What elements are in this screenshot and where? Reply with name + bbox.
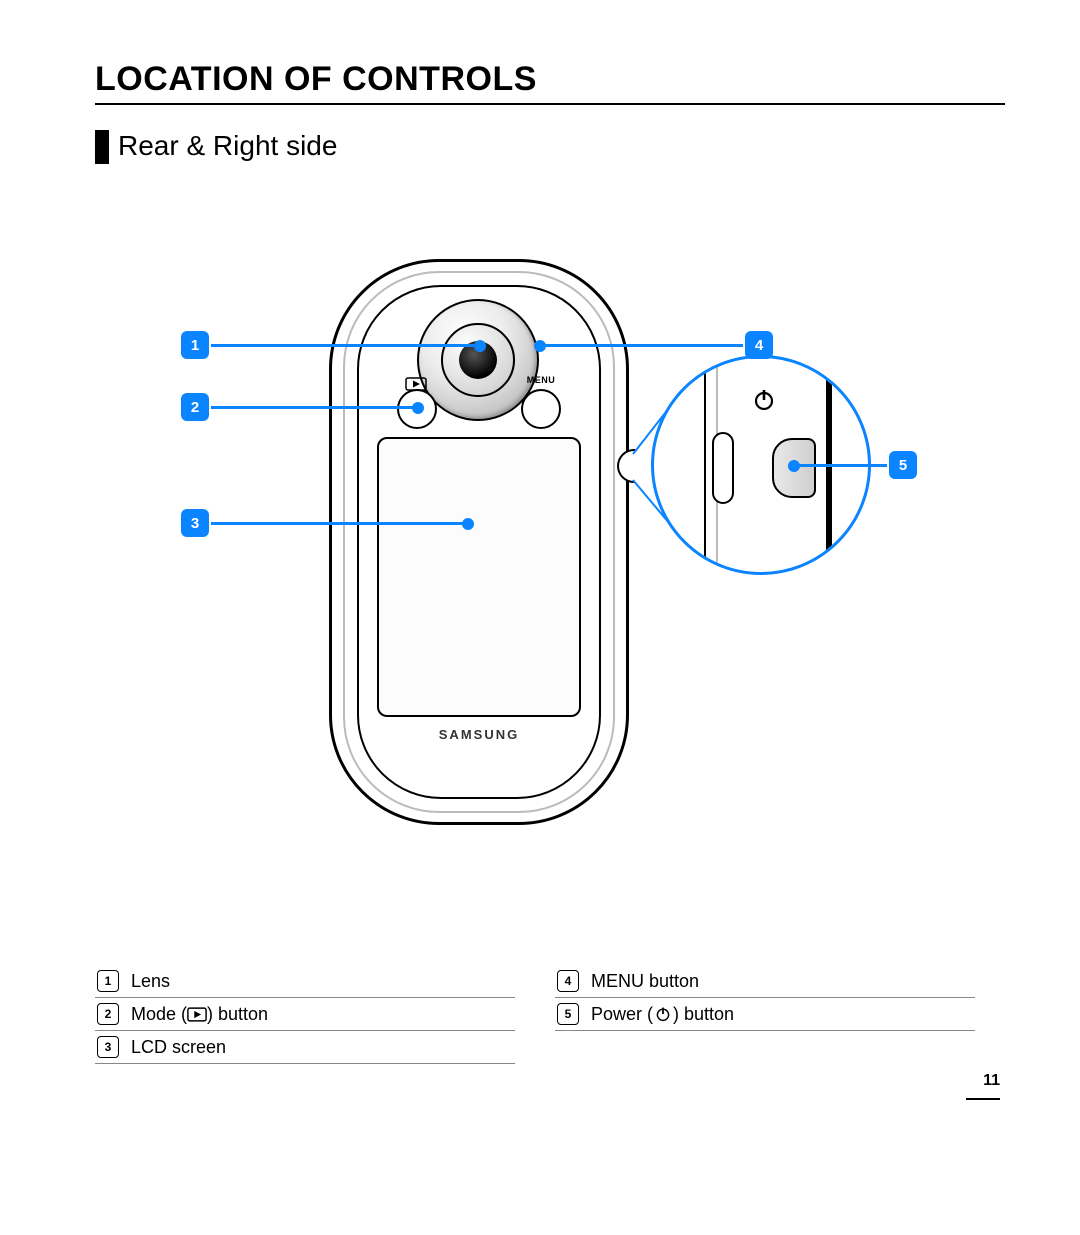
brand-logo: SAMSUNG: [377, 727, 581, 742]
callout-dot: [474, 340, 486, 352]
play-rect-icon: [187, 1006, 207, 1022]
callout-badge-4: 4: [745, 331, 773, 359]
callout-dot: [462, 518, 474, 530]
callout-leader: [211, 522, 467, 525]
legend-column-left: 1 Lens 2 Mode () button 3 LCD screen: [95, 965, 515, 1064]
power-icon: [752, 388, 776, 419]
legend-text: Power () button: [591, 1004, 734, 1025]
callout-dot: [788, 460, 800, 472]
detail-frame: [704, 355, 706, 575]
controls-diagram: MENU SAMSUNG 1 2: [95, 235, 905, 875]
legend-text: LCD screen: [131, 1037, 226, 1058]
callout-badge-5: 5: [889, 451, 917, 479]
legend-row: 3 LCD screen: [95, 1031, 515, 1064]
menu-button: [521, 389, 561, 429]
callout-badge-1: 1: [181, 331, 209, 359]
page-title: LOCATION OF CONTROLS: [95, 60, 537, 99]
page-number: 11: [983, 1072, 1000, 1090]
menu-label: MENU: [521, 375, 561, 385]
legend-number: 1: [97, 970, 119, 992]
legend-column-right: 4 MENU button 5 Power () button: [555, 965, 975, 1031]
legend-number: 4: [557, 970, 579, 992]
legend-row: 2 Mode () button: [95, 998, 515, 1031]
power-icon: [653, 1006, 673, 1022]
subtitle-marker: [95, 130, 109, 164]
manual-page: LOCATION OF CONTROLS Rear & Right side M…: [0, 0, 1080, 1235]
legend-text: Mode () button: [131, 1004, 268, 1025]
legend-number: 3: [97, 1036, 119, 1058]
page-subtitle: Rear & Right side: [118, 130, 337, 162]
legend-number: 2: [97, 1003, 119, 1025]
legend-text: MENU button: [591, 971, 699, 992]
power-slot: [712, 432, 734, 504]
callout-dot: [534, 340, 546, 352]
callout-leader: [211, 344, 479, 347]
callout-badge-2: 2: [181, 393, 209, 421]
legend-number: 5: [557, 1003, 579, 1025]
legend-text: Lens: [131, 971, 170, 992]
lcd-screen: [377, 437, 581, 717]
page-number-rule: [966, 1098, 1000, 1100]
legend-row: 5 Power () button: [555, 998, 975, 1031]
title-rule: [95, 103, 1005, 105]
legend-row: 1 Lens: [95, 965, 515, 998]
callout-leader: [211, 406, 417, 409]
callout-dot: [412, 402, 424, 414]
legend-row: 4 MENU button: [555, 965, 975, 998]
callout-leader: [795, 464, 887, 467]
callout-leader: [541, 344, 743, 347]
callout-badge-3: 3: [181, 509, 209, 537]
